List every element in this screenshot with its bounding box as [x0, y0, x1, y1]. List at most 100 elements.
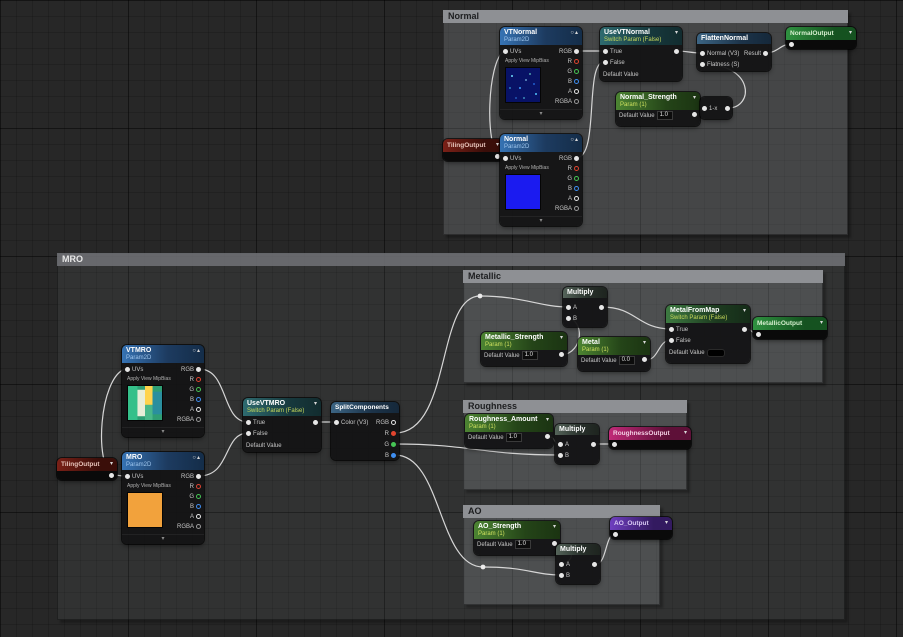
- node-header[interactable]: TilingOutput ▾: [57, 458, 117, 471]
- node-multiply-roughness[interactable]: Multiply A B: [555, 424, 599, 464]
- switch-output-pin[interactable]: [313, 420, 318, 425]
- b-input-pin[interactable]: [566, 316, 571, 321]
- node-metal-from-map[interactable]: MetalFromMap Switch Param (False) ▾ True…: [666, 305, 750, 363]
- rgb-output-pin[interactable]: [574, 156, 579, 161]
- node-header[interactable]: Normal Param2D ○▴: [500, 134, 582, 152]
- r-output-pin[interactable]: [196, 484, 201, 489]
- tiling-output-pin[interactable]: [109, 473, 114, 478]
- param-output-pin[interactable]: [559, 352, 564, 357]
- node-header[interactable]: Multiply: [563, 287, 607, 298]
- rgba-output-pin[interactable]: [196, 417, 201, 422]
- b-output-pin[interactable]: [196, 397, 201, 402]
- default-value-pill[interactable]: [706, 348, 725, 357]
- node-header[interactable]: Multiply: [555, 424, 599, 435]
- collapse-icon[interactable]: ▾: [546, 417, 550, 423]
- node-header[interactable]: SplitComponents: [331, 402, 399, 413]
- comment-title-mro[interactable]: MRO: [57, 253, 845, 266]
- collapse-icon[interactable]: ▴: [197, 455, 201, 461]
- default-value-input[interactable]: 1.0: [521, 351, 538, 360]
- false-input-pin[interactable]: [603, 60, 608, 65]
- collapse-icon[interactable]: ▾: [314, 401, 318, 407]
- b-output-pin[interactable]: [574, 186, 579, 191]
- collapse-icon[interactable]: ▾: [553, 524, 557, 530]
- node-header[interactable]: Roughness_Amount Param (1) ▾: [465, 414, 553, 432]
- b-output-pin[interactable]: [574, 79, 579, 84]
- collapse-icon[interactable]: ▾: [849, 30, 853, 36]
- default-value-input[interactable]: 1.0: [514, 540, 531, 549]
- rgba-output-pin[interactable]: [574, 99, 579, 104]
- node-header[interactable]: TilingOutput ▾: [443, 139, 503, 152]
- collapse-icon[interactable]: ▾: [820, 320, 824, 326]
- a-input-pin[interactable]: [566, 305, 571, 310]
- reroute-input-pin[interactable]: [612, 442, 617, 447]
- rgb-output-pin[interactable]: [196, 367, 201, 372]
- texture-preview[interactable]: [127, 385, 163, 421]
- param-output-pin[interactable]: [692, 112, 697, 117]
- one-minus-input-pin[interactable]: [702, 106, 707, 111]
- collapse-bar[interactable]: ▾: [500, 216, 582, 226]
- node-header[interactable]: VTMRO Param2D ○▴: [122, 345, 204, 363]
- true-input-pin[interactable]: [246, 420, 251, 425]
- b-input-pin[interactable]: [559, 573, 564, 578]
- param-output-pin[interactable]: [642, 357, 647, 362]
- node-metallic-output[interactable]: MetallicOutput ▾: [753, 317, 827, 339]
- switch-output-pin[interactable]: [742, 327, 747, 332]
- node-header[interactable]: RoughnessOutput ▾: [609, 427, 691, 440]
- default-value-input[interactable]: 1.0: [505, 433, 522, 442]
- r-output-pin[interactable]: [574, 166, 579, 171]
- reroute-input-pin[interactable]: [613, 532, 618, 537]
- rgb-output-pin[interactable]: [574, 49, 579, 54]
- uvs-input-pin[interactable]: [125, 367, 130, 372]
- node-multiply-metallic[interactable]: Multiply A B: [563, 287, 607, 327]
- rgb-output-pin[interactable]: [196, 474, 201, 479]
- b-output-pin[interactable]: [391, 453, 396, 458]
- collapse-bar[interactable]: ▾: [122, 427, 204, 437]
- node-flatten-normal[interactable]: FlattenNormal Normal (V3) Result Flatnes…: [697, 33, 771, 71]
- node-header[interactable]: MetalFromMap Switch Param (False) ▾: [666, 305, 750, 323]
- default-value-input[interactable]: 1.0: [656, 111, 673, 120]
- comment-title-roughness[interactable]: Roughness: [463, 400, 687, 413]
- collapse-icon[interactable]: ▾: [675, 30, 679, 36]
- node-header[interactable]: UseVTNormal Switch Param (False) ▾: [600, 27, 682, 45]
- collapse-bar[interactable]: ▾: [122, 534, 204, 544]
- node-tiling-output-top[interactable]: TilingOutput ▾: [443, 139, 503, 161]
- collapse-icon[interactable]: ▾: [665, 520, 669, 526]
- node-ao-strength[interactable]: AO_Strength Param (1) ▾ Default Value 1.0: [474, 521, 560, 555]
- node-vtmro[interactable]: VTMRO Param2D ○▴ UVs Apply View MipBias …: [122, 345, 204, 437]
- b-input-pin[interactable]: [558, 453, 563, 458]
- texture-preview[interactable]: [127, 492, 163, 528]
- g-output-pin[interactable]: [196, 494, 201, 499]
- multiply-output-pin[interactable]: [591, 442, 596, 447]
- collapse-icon[interactable]: ▾: [560, 335, 564, 341]
- node-header[interactable]: AO_Output ▾: [610, 517, 672, 530]
- reroute-input-pin[interactable]: [789, 42, 794, 47]
- node-mro-texture[interactable]: MRO Param2D ○▴ UVs Apply View MipBias RG…: [122, 452, 204, 544]
- node-metal[interactable]: Metal Param (1) ▾ Default Value 0.0: [578, 337, 650, 371]
- normal-v3-input-pin[interactable]: [700, 51, 705, 56]
- node-use-vtnormal[interactable]: UseVTNormal Switch Param (False) ▾ True …: [600, 27, 682, 81]
- reroute-input-pin[interactable]: [756, 332, 761, 337]
- node-metallic-strength[interactable]: Metallic_Strength Param (1) ▾ Default Va…: [481, 332, 567, 366]
- r-output-pin[interactable]: [574, 59, 579, 64]
- uvs-input-pin[interactable]: [125, 474, 130, 479]
- collapse-icon[interactable]: ▾: [693, 95, 697, 101]
- true-input-pin[interactable]: [669, 327, 674, 332]
- node-roughness-output[interactable]: RoughnessOutput ▾: [609, 427, 691, 449]
- collapse-bar[interactable]: ▾: [500, 109, 582, 119]
- node-header[interactable]: Normal_Strength Param (1) ▾: [616, 92, 700, 110]
- node-header[interactable]: FlattenNormal: [697, 33, 771, 44]
- a-output-pin[interactable]: [574, 196, 579, 201]
- node-header[interactable]: VTNormal Param2D ○▴: [500, 27, 582, 45]
- collapse-icon[interactable]: ▾: [684, 430, 688, 436]
- r-output-pin[interactable]: [391, 431, 396, 436]
- node-use-vtmro[interactable]: UseVTMRO Switch Param (False) ▾ True Fal…: [243, 398, 321, 452]
- multiply-output-pin[interactable]: [599, 305, 604, 310]
- collapse-icon[interactable]: ▾: [643, 340, 647, 346]
- collapse-icon[interactable]: ▴: [575, 30, 579, 36]
- g-output-pin[interactable]: [391, 442, 396, 447]
- result-output-pin[interactable]: [763, 51, 768, 56]
- node-header[interactable]: Metal Param (1) ▾: [578, 337, 650, 355]
- uvs-input-pin[interactable]: [503, 49, 508, 54]
- node-header[interactable]: MetallicOutput ▾: [753, 317, 827, 330]
- a-output-pin[interactable]: [574, 89, 579, 94]
